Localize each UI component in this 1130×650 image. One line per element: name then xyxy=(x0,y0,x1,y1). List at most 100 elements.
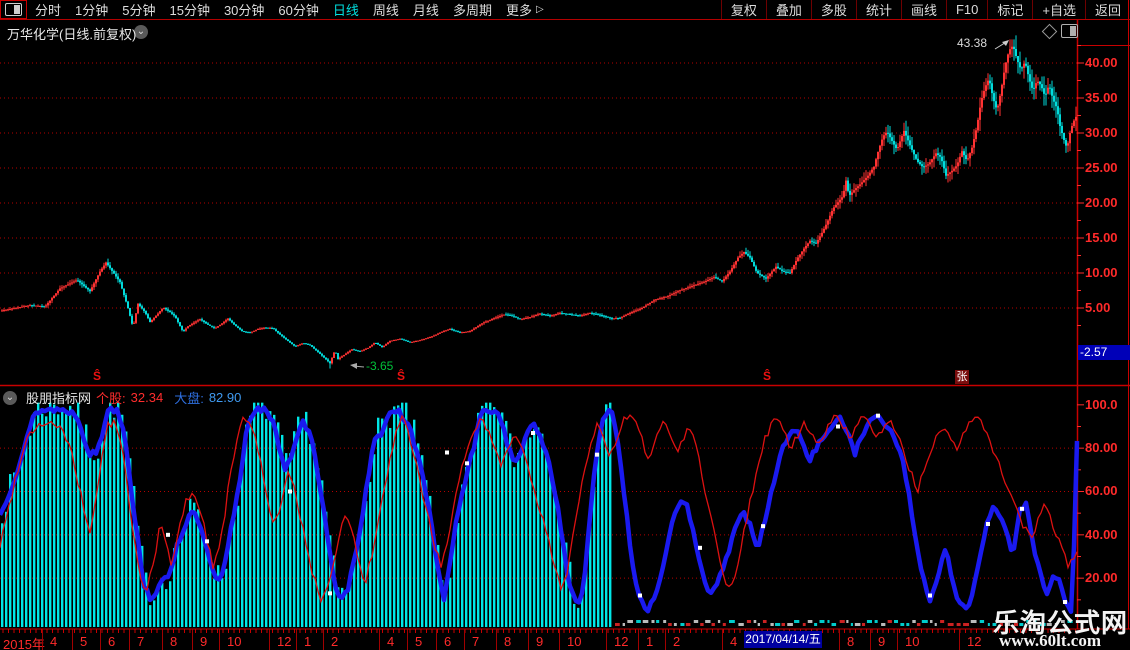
toolbar-actions: 复权 叠加 多股 统计 画线 F10 标记 +自选 返回 xyxy=(720,0,1130,19)
period-item-周线[interactable]: 周线 xyxy=(373,0,399,19)
timeline-label-9: 9 xyxy=(878,634,886,649)
period-item-1分钟[interactable]: 1分钟 xyxy=(75,0,108,19)
timeline-label-8: 8 xyxy=(847,634,855,649)
split-view-icon-small[interactable] xyxy=(1061,24,1078,38)
ind-y-tick-100: 100.0 xyxy=(1085,396,1118,412)
top-toolbar: 分时 1分钟 5分钟 15分钟 30分钟 60分钟 日线 周线 月线 多周期 更多 ▷ 复权 叠加多… xyxy=(0,0,1130,20)
series2-value: 82.90 xyxy=(208,390,242,405)
timeline-separator xyxy=(959,629,960,650)
period-item-分时[interactable]: 分时 xyxy=(35,0,61,19)
timeline-label-9: 9 xyxy=(536,634,544,649)
timeline-separator xyxy=(870,629,871,650)
period-item-月线[interactable]: 月线 xyxy=(413,0,439,19)
more-label: 更多 xyxy=(505,3,532,18)
last-value-marker: -2.57 xyxy=(1078,344,1130,360)
timeline-label-8: 8 xyxy=(504,634,512,649)
timeline-separator xyxy=(436,629,437,650)
time-axis: 2017/04/14/五 2015年 4 5 6 7 8 9 10 12 1 2 4 5 6 7 8 9 10 12… xyxy=(0,629,1130,650)
timeline-separator xyxy=(269,629,270,650)
timeline-label-2: 2 xyxy=(331,634,339,649)
timeline-separator xyxy=(72,629,73,650)
timeline-label-4: 4 xyxy=(387,634,395,649)
timeline-separator xyxy=(42,629,43,650)
action-多股[interactable]: 多股 xyxy=(810,0,856,19)
window-layout-button[interactable] xyxy=(0,0,27,19)
series2-label: 大盘: xyxy=(174,391,204,406)
timeline-separator xyxy=(839,629,840,650)
signal-s-marker: Ŝ xyxy=(93,369,102,383)
timeline-separator xyxy=(192,629,193,650)
timeline-label-7: 7 xyxy=(472,634,480,649)
collapse-panel-icon[interactable]: ⌄ xyxy=(3,390,17,405)
crosshair-date-box: 2017/04/14/五 xyxy=(744,631,822,648)
indicator-source: 股朋指标网 xyxy=(26,391,92,406)
period-item-60分钟[interactable]: 60分钟 xyxy=(278,0,318,19)
main-y-tick-20: 20.00 xyxy=(1085,195,1118,210)
timeline-label-7: 7 xyxy=(137,634,145,649)
action-复权[interactable]: 复权 xyxy=(720,0,766,19)
timeline-label-5: 5 xyxy=(415,634,423,649)
main-y-tick-15: 15.00 xyxy=(1085,230,1118,245)
timeline-label-12: 12 xyxy=(967,634,982,649)
ind-y-tick-80: 80.00 xyxy=(1085,440,1118,456)
main-y-tick-40: 40.00 xyxy=(1085,55,1118,70)
stock-title: 万华化学(日线.前复权) xyxy=(7,27,137,42)
timeline-label-9: 9 xyxy=(200,634,208,649)
action-返回[interactable]: 返回 xyxy=(1084,0,1130,19)
title-row: 万华化学(日线.前复权) ⌄ xyxy=(0,20,1130,44)
timeline-label-1: 1 xyxy=(304,634,312,649)
timeline-separator xyxy=(407,629,408,650)
period-item-15分钟[interactable]: 15分钟 xyxy=(169,0,209,19)
low-price-annotation: -3.65 xyxy=(366,359,394,373)
timeline-separator xyxy=(559,629,560,650)
signal-s-marker: Ŝ xyxy=(397,369,406,383)
chart-canvas xyxy=(0,0,1130,633)
period-item-日线[interactable]: 日线 xyxy=(333,0,359,19)
main-y-tick-30: 30.00 xyxy=(1085,125,1118,140)
ind-y-tick-60: 60.00 xyxy=(1085,483,1118,499)
action-统计[interactable]: 统计 xyxy=(855,0,901,19)
action-标记[interactable]: 标记 xyxy=(987,0,1032,19)
timeline-label-4: 4 xyxy=(50,634,58,649)
action-+自选[interactable]: +自选 xyxy=(1032,0,1085,19)
period-item-多周期[interactable]: 多周期 xyxy=(453,0,492,19)
timeline-separator xyxy=(129,629,130,650)
ind-y-tick-40: 40.00 xyxy=(1085,526,1118,542)
split-view-icon xyxy=(5,3,22,16)
timeline-label-1: 1 xyxy=(646,634,654,649)
timeline-label-12: 12 xyxy=(277,634,292,649)
period-item-30分钟[interactable]: 30分钟 xyxy=(224,0,264,19)
timeline-label-12: 12 xyxy=(614,634,629,649)
timeline-separator xyxy=(100,629,101,650)
more-menu[interactable]: 更多 ▷ xyxy=(506,0,544,19)
indicator-header: ⌄ 股朋指标网 个股: 32.34 大盘: 82.90 xyxy=(3,388,241,407)
timeline-label-6: 6 xyxy=(108,634,116,649)
signal-zhang-marker: 张 xyxy=(955,370,969,384)
timeline-label-10: 10 xyxy=(905,634,920,649)
timeline-label-4: 4 xyxy=(730,634,738,649)
main-y-tick-5: 5.00 xyxy=(1085,300,1111,315)
diamond-icon[interactable] xyxy=(1041,23,1058,40)
timeline-separator xyxy=(528,629,529,650)
period-item-5分钟[interactable]: 5分钟 xyxy=(122,0,155,19)
action-画线[interactable]: 画线 xyxy=(900,0,946,19)
timeline-label-10: 10 xyxy=(567,634,582,649)
trading-app-window: 分时 1分钟 5分钟 15分钟 30分钟 60分钟 日线 周线 月线 多周期 更多 ▷ 复权 叠加多… xyxy=(0,0,1130,650)
series1-label: 个股: xyxy=(96,391,126,406)
timeline-label-6: 6 xyxy=(444,634,452,649)
ind-y-tick-20: 20.00 xyxy=(1085,570,1118,586)
timeline-separator xyxy=(606,629,607,650)
timeline-separator xyxy=(219,629,220,650)
timeline-label-10: 10 xyxy=(227,634,242,649)
action-F10[interactable]: F10 xyxy=(945,0,987,19)
timeline-label-2: 2 xyxy=(673,634,681,649)
timeline-separator xyxy=(379,629,380,650)
timeline-separator xyxy=(722,629,723,650)
period-menu: 分时 1分钟 5分钟 15分钟 30分钟 60分钟 日线 周线 月线 多周期 xyxy=(35,0,492,19)
timeline-label-5: 5 xyxy=(80,634,88,649)
timeline-separator xyxy=(496,629,497,650)
timeline-label-2015年: 2015年 xyxy=(3,637,45,650)
action-叠加[interactable]: 叠加 xyxy=(765,0,811,19)
timeline-label-8: 8 xyxy=(170,634,178,649)
more-arrow-icon: ▷ xyxy=(535,4,544,15)
